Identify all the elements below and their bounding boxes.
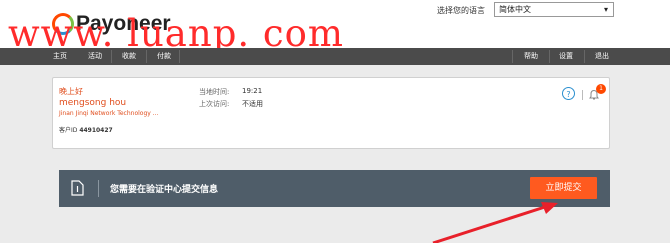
main-nav: 主页 活动 收款 付款 帮助 设置 退出 xyxy=(0,48,670,65)
nav-divider xyxy=(179,50,180,63)
customer-id-label: 客户ID xyxy=(59,127,78,134)
icon-divider xyxy=(582,90,583,100)
company-name: Jinan Jinqi Network Technology ... xyxy=(59,110,159,117)
nav-divider xyxy=(146,50,147,63)
submit-now-button[interactable]: 立即提交 xyxy=(530,177,597,199)
nav-divider xyxy=(549,50,550,63)
nav-divider xyxy=(111,50,112,63)
local-time-value: 19:21 xyxy=(242,87,263,95)
customer-id-value: 44910427 xyxy=(79,127,113,134)
top-header: Payoneer www. luanp. com 选择您的语言 简体中文 ▾ xyxy=(0,0,670,55)
nav-item-activity[interactable]: 活动 xyxy=(88,48,102,65)
nav-item-receive[interactable]: 收款 xyxy=(122,48,136,65)
local-time-label: 当地时间: xyxy=(199,88,230,96)
customer-id: 客户ID 44910427 xyxy=(59,125,113,134)
notification-badge: 1 xyxy=(596,84,606,94)
language-label: 选择您的语言 xyxy=(437,6,485,15)
banner-divider xyxy=(98,180,99,197)
nav-item-logout[interactable]: 退出 xyxy=(595,48,609,65)
nav-divider xyxy=(512,50,513,63)
help-icon[interactable]: ? xyxy=(562,87,575,100)
nav-item-settings[interactable]: 设置 xyxy=(559,48,573,65)
last-visit-value: 不适用 xyxy=(242,100,263,108)
nav-divider xyxy=(584,50,585,63)
chevron-down-icon: ▾ xyxy=(603,5,608,14)
document-icon xyxy=(71,180,84,196)
account-summary-card: 晚上好 mengsong hou Jinan Jinqi Network Tec… xyxy=(52,77,610,149)
nav-item-pay[interactable]: 付款 xyxy=(157,48,171,65)
nav-item-home[interactable]: 主页 xyxy=(53,48,67,65)
greeting-text: 晚上好 xyxy=(59,87,83,96)
last-visit-label: 上次访问: xyxy=(199,100,230,108)
user-name: mengsong hou xyxy=(59,98,127,108)
nav-item-help[interactable]: 帮助 xyxy=(524,48,538,65)
verification-message: 您需要在验证中心提交信息 xyxy=(110,185,219,195)
verification-banner: 您需要在验证中心提交信息 立即提交 xyxy=(59,170,610,207)
language-selected-value: 简体中文 xyxy=(499,5,531,14)
language-select[interactable]: 简体中文 ▾ xyxy=(494,2,614,17)
